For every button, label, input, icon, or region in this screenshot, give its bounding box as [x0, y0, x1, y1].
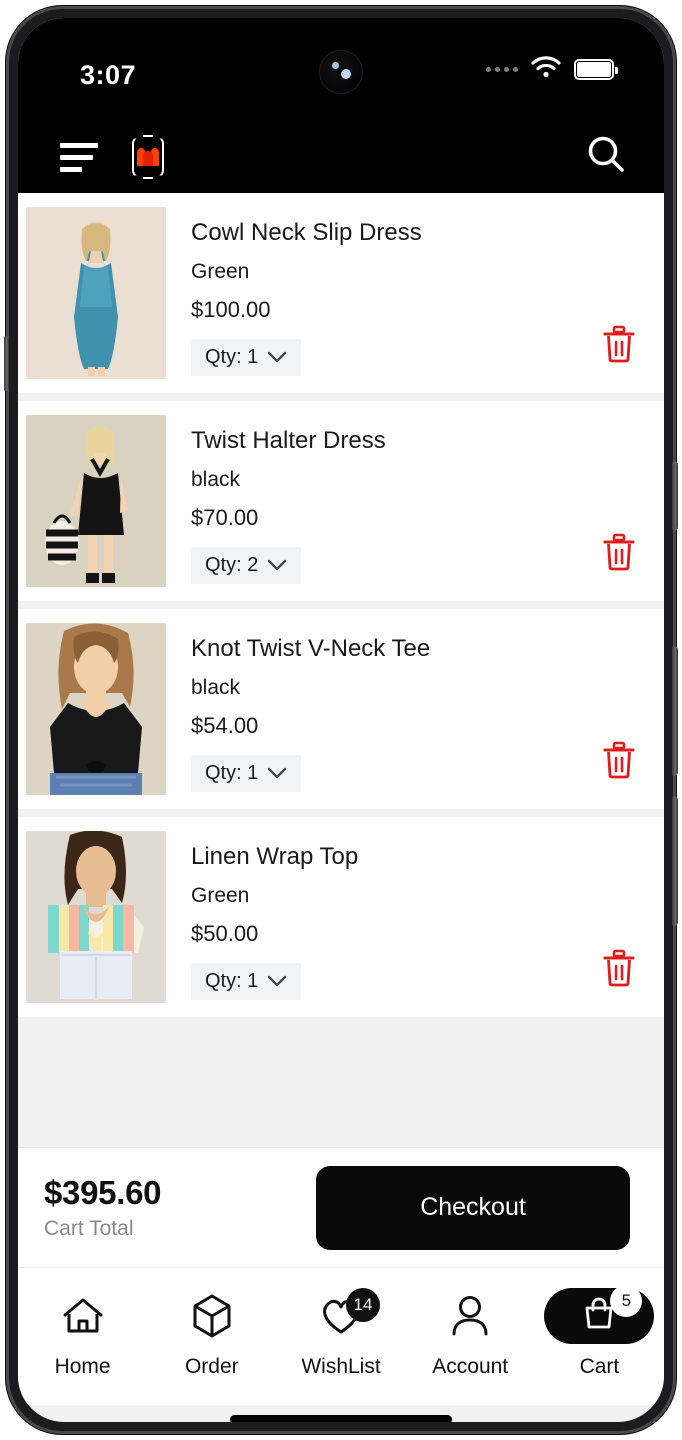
cart-item-row[interactable]: Cowl Neck Slip Dress Green $100.00 Qty: …: [18, 193, 664, 393]
front-camera-punch-hole: [319, 50, 363, 94]
product-variant: black: [191, 467, 241, 491]
app-header: [18, 121, 664, 193]
home-indicator[interactable]: [230, 1415, 452, 1422]
cart-item-list: Cowl Neck Slip Dress Green $100.00 Qty: …: [18, 193, 664, 1147]
wishlist-badge: 14: [346, 1288, 380, 1322]
chevron-down-icon: [267, 767, 287, 780]
product-variant: Green: [191, 883, 250, 907]
quantity-label: Qty: 1: [205, 345, 259, 368]
phone-frame: 3:07 Cowl Neck Slip Dress Green $100.00 …: [4, 6, 678, 1434]
product-price: $70.00: [191, 504, 259, 530]
nav-item-home[interactable]: Home: [18, 1290, 147, 1379]
chevron-down-icon: [267, 559, 287, 572]
nav-label-order: Order: [184, 1355, 239, 1378]
quantity-label: Qty: 1: [205, 969, 259, 992]
cart-badge: 5: [610, 1285, 643, 1317]
cart-item-row[interactable]: Knot Twist V-Neck Tee black $54.00 Qty: …: [18, 609, 664, 809]
hardware-button-right-1[interactable]: [672, 461, 678, 531]
phone-screen: 3:07 Cowl Neck Slip Dress Green $100.00 …: [18, 18, 664, 1422]
chevron-down-icon: [267, 351, 287, 364]
quantity-label: Qty: 1: [205, 761, 259, 784]
cart-total-label: Cart Total: [44, 1217, 134, 1240]
product-thumbnail[interactable]: [26, 831, 166, 1003]
person-icon: [449, 1290, 491, 1342]
cart-total-amount: $395.60: [44, 1174, 162, 1211]
nav-label-wishlist: WishList: [301, 1355, 381, 1378]
signal-dots-icon: [486, 67, 518, 72]
home-icon: [61, 1290, 105, 1342]
product-variant: Green: [191, 259, 250, 283]
product-details: Twist Halter Dress black $70.00 Qty: 2: [166, 415, 664, 587]
product-title: Linen Wrap Top: [191, 843, 359, 870]
chevron-down-icon: [267, 975, 287, 988]
product-thumbnail[interactable]: [26, 207, 166, 379]
hardware-button-left[interactable]: [4, 336, 9, 391]
nav-label-cart: Cart: [579, 1355, 620, 1378]
nav-label-account: Account: [432, 1355, 509, 1378]
status-indicators: [486, 56, 618, 83]
product-details: Cowl Neck Slip Dress Green $100.00 Qty: …: [166, 207, 664, 379]
nav-item-cart[interactable]: 5 Cart: [535, 1285, 664, 1379]
trash-icon[interactable]: [602, 325, 636, 363]
nav-item-account[interactable]: Account: [406, 1290, 535, 1379]
list-empty-space: [18, 1025, 664, 1147]
trash-icon[interactable]: [602, 533, 636, 571]
search-icon[interactable]: [584, 133, 628, 182]
hamburger-menu-icon[interactable]: [60, 142, 98, 172]
box-icon: [191, 1290, 233, 1342]
cart-item-row[interactable]: Linen Wrap Top Green $50.00 Qty: 1: [18, 817, 664, 1017]
product-price: $50.00: [191, 920, 259, 946]
status-bar: 3:07: [18, 18, 664, 121]
phone-bezel: 3:07 Cowl Neck Slip Dress Green $100.00 …: [18, 18, 664, 1422]
product-price: $100.00: [191, 296, 271, 322]
product-price: $54.00: [191, 712, 259, 738]
product-variant: black: [191, 675, 241, 699]
product-title: Twist Halter Dress: [191, 427, 386, 454]
quantity-dropdown[interactable]: Qty: 1: [191, 338, 302, 376]
status-time: 3:07: [80, 60, 137, 90]
product-details: Linen Wrap Top Green $50.00 Qty: 1: [166, 831, 664, 1003]
cart-item-row[interactable]: Twist Halter Dress black $70.00 Qty: 2: [18, 401, 664, 601]
quantity-label: Qty: 2: [205, 553, 259, 576]
nav-item-order[interactable]: Order: [147, 1290, 276, 1379]
product-title: Knot Twist V-Neck Tee: [191, 635, 431, 662]
trash-icon[interactable]: [602, 741, 636, 779]
quantity-dropdown[interactable]: Qty: 1: [191, 962, 302, 1000]
checkout-bar: $395.60 Cart Total Checkout: [18, 1147, 664, 1267]
quantity-dropdown[interactable]: Qty: 2: [191, 546, 302, 584]
nav-label-home: Home: [54, 1355, 111, 1378]
battery-full-icon: [574, 59, 618, 80]
product-title: Cowl Neck Slip Dress: [191, 219, 422, 246]
heart-icon: 14: [318, 1288, 380, 1342]
nav-item-wishlist[interactable]: 14 WishList: [276, 1288, 405, 1379]
product-thumbnail[interactable]: [26, 415, 166, 587]
product-thumbnail[interactable]: [26, 623, 166, 795]
checkout-button[interactable]: Checkout: [316, 1165, 630, 1250]
brand-logo-icon[interactable]: [132, 135, 164, 179]
hardware-button-right-2[interactable]: [672, 646, 678, 776]
bottom-navigation-bar: Home Order 14 WishList Account 5 Cart: [18, 1267, 664, 1405]
trash-icon[interactable]: [602, 949, 636, 987]
wifi-icon: [531, 56, 561, 83]
quantity-dropdown[interactable]: Qty: 1: [191, 754, 302, 792]
hardware-button-right-3[interactable]: [672, 796, 678, 926]
product-details: Knot Twist V-Neck Tee black $54.00 Qty: …: [166, 623, 664, 795]
cart-active-pill[interactable]: 5: [544, 1285, 655, 1344]
cart-total-block: $395.60 Cart Total: [44, 1174, 161, 1241]
